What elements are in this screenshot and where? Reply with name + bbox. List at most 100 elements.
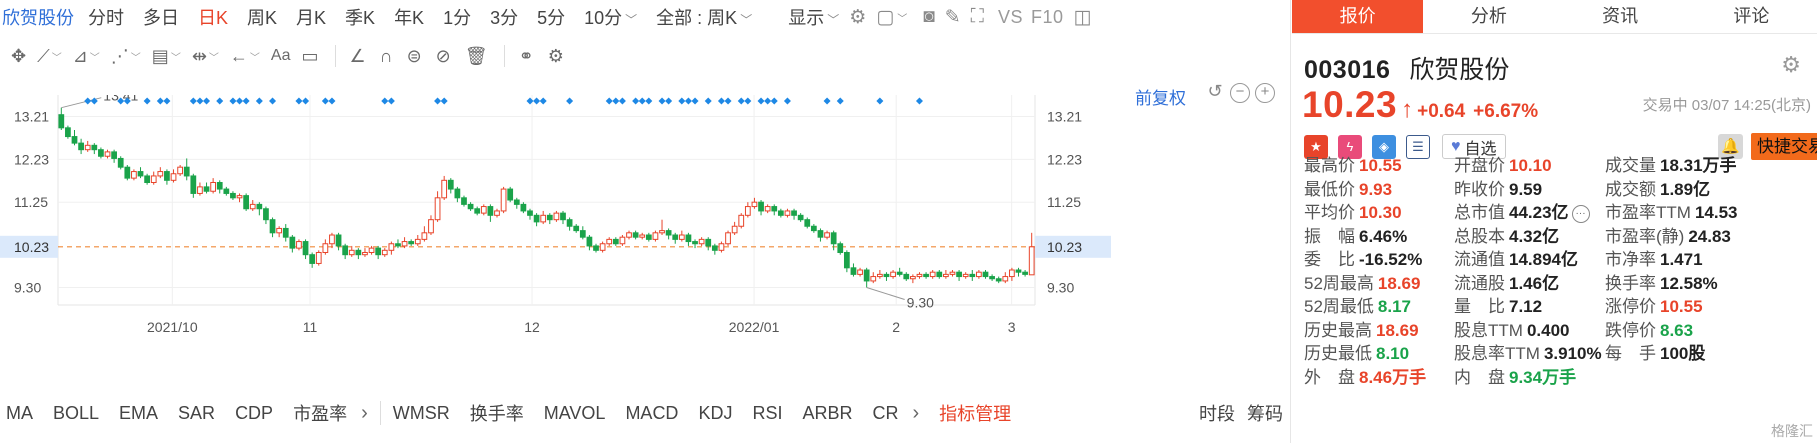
indicator-rsi[interactable]: RSI	[746, 403, 796, 424]
note-tool-icon[interactable]: ▭	[301, 46, 318, 67]
candle-up	[368, 247, 375, 253]
quote-value: 8.46万手	[1359, 367, 1427, 387]
quote-value: 12.58%	[1660, 273, 1718, 293]
range-select[interactable]: 全部 : 周K ﹀	[656, 4, 752, 30]
fib-tool-icon[interactable]: ▤ ﹀	[152, 46, 181, 67]
period-weekly-k[interactable]: 周K	[247, 4, 277, 30]
quote-value: 9.93	[1359, 179, 1393, 199]
range-tool-icon[interactable]: ⇹ ﹀	[192, 46, 219, 67]
x-tick-label: 2021/10	[147, 319, 198, 335]
draw-settings-icon[interactable]: ⚙	[548, 46, 564, 67]
candle-down	[355, 249, 362, 256]
channel-tool-icon[interactable]: ⊿ ﹀	[73, 46, 100, 67]
period-monthly-k[interactable]: 月K	[296, 4, 326, 30]
chevron-right-icon[interactable]: ›	[912, 402, 931, 425]
period-fenshi[interactable]: 分时	[88, 4, 124, 30]
period-1min[interactable]: 1分	[443, 4, 471, 30]
candle-down	[645, 234, 652, 240]
vs-button[interactable]: VS	[998, 7, 1023, 28]
more-icon[interactable]: ···	[1571, 204, 1590, 223]
y-tick-label-right: 12.23	[1047, 151, 1082, 167]
camera-icon[interactable]: ◙	[923, 6, 934, 28]
candle-up	[500, 188, 507, 212]
indicator-manager-button[interactable]: 指标管理	[931, 400, 1025, 426]
line-tool-icon[interactable]: ⟋ ﹀	[37, 46, 62, 67]
settings-icon[interactable]: ⚙	[849, 6, 866, 29]
period-daily-k[interactable]: 日K	[198, 4, 228, 30]
tab-quote[interactable]: 报价	[1292, 0, 1424, 33]
sidebar-toggle-icon[interactable]: ◫	[1073, 6, 1091, 29]
magnet-icon[interactable]: ∩	[380, 46, 393, 67]
f10-button[interactable]: F10	[1031, 7, 1064, 28]
indicator-kdj[interactable]: KDJ	[692, 403, 746, 424]
candle-down	[527, 210, 533, 216]
tab-analysis[interactable]: 分析	[1423, 0, 1554, 33]
indicator-arbr[interactable]: ARBR	[796, 403, 866, 424]
period-10min[interactable]: 10分 ﹀	[584, 4, 637, 30]
compare-icon[interactable]: ⚭	[519, 46, 534, 67]
candle-up	[744, 206, 751, 216]
candle-down	[111, 151, 117, 159]
event-marker	[203, 97, 211, 105]
indicator-mavol[interactable]: MAVOL	[538, 403, 620, 424]
panel-tabs: 报价 分析 资讯 评论	[1292, 0, 1817, 34]
chips-button[interactable]: 筹码	[1247, 400, 1283, 426]
measure-icon[interactable]: ∠	[350, 46, 366, 67]
indicator-sar[interactable]: SAR	[172, 403, 229, 424]
y-tick-label-right: 13.21	[1047, 108, 1082, 124]
candle-up	[441, 179, 448, 199]
wave-tool-icon[interactable]: ⋰ ﹀	[111, 46, 141, 67]
period-5min[interactable]: 5分	[537, 4, 565, 30]
candle-down	[560, 212, 566, 221]
quote-row: 外 盘 8.46万手	[1304, 366, 1426, 390]
indicator-pe[interactable]: 市盈率	[287, 400, 361, 426]
lock-icon[interactable]: ⊜	[407, 46, 422, 67]
tab-news[interactable]: 资讯	[1555, 0, 1686, 33]
indicator-turnover[interactable]: 换手率	[464, 400, 538, 426]
period-quarterly-k[interactable]: 季K	[345, 4, 375, 30]
fullscreen-icon[interactable]: ⛶	[971, 6, 984, 28]
quick-trade-button[interactable]: 快捷交易	[1751, 133, 1817, 160]
x-tick-label: 2	[892, 319, 900, 335]
indicator-ema[interactable]: EMA	[113, 403, 172, 424]
period-duori[interactable]: 多日	[143, 4, 179, 30]
candle-down	[461, 197, 467, 205]
candle-down	[804, 219, 811, 227]
pen-icon[interactable]: ✎	[945, 6, 961, 29]
quote-value: -16.52%	[1359, 250, 1423, 269]
quote-label: 最高价	[1304, 156, 1355, 175]
delete-icon[interactable]: 🗑	[465, 46, 488, 67]
indicator-wmsr[interactable]: WMSR	[387, 403, 464, 424]
display-select-label: 显示	[788, 8, 825, 28]
quote-value: 7.12	[1509, 297, 1543, 316]
indicator-boll[interactable]: BOLL	[47, 403, 113, 424]
visibility-icon[interactable]: ⊘	[436, 46, 451, 67]
chart-style-icon[interactable]: ▢ ﹀	[876, 6, 907, 29]
crosshair-icon[interactable]: ✥	[11, 46, 26, 67]
arrow-tool-icon[interactable]: ← ﹀	[230, 46, 260, 67]
indicator-cr[interactable]: CR	[866, 403, 912, 424]
candle-up	[784, 210, 791, 216]
period-3min[interactable]: 3分	[490, 4, 518, 30]
candle-down	[758, 201, 764, 212]
indicator-ma[interactable]: MA	[0, 403, 47, 424]
candle-down	[447, 179, 454, 190]
candle-down	[573, 225, 580, 232]
stock-name-label[interactable]: 欣贺股份	[0, 4, 74, 30]
candle-down	[969, 273, 976, 278]
tab-comments[interactable]: 评论	[1686, 0, 1817, 33]
candle-up	[1009, 269, 1015, 278]
quote-row: 每 手 100股	[1605, 342, 1737, 366]
price-row: 10.23 ↑ +0.64 +6.67%	[1302, 84, 1546, 126]
gear-icon[interactable]: ⚙	[1781, 52, 1801, 78]
indicator-cdp[interactable]: CDP	[229, 403, 287, 424]
text-tool-icon[interactable]: Aa	[271, 47, 291, 65]
chevron-right-icon[interactable]: ›	[361, 402, 380, 425]
period-yearly-k[interactable]: 年K	[394, 4, 424, 30]
quote-row: 市盈率(静) 24.83	[1605, 225, 1737, 249]
candle-down	[533, 214, 540, 223]
display-select[interactable]: 显示 ﹀	[788, 4, 839, 30]
session-button[interactable]: 时段	[1199, 400, 1235, 426]
candlestick-chart[interactable]: 13.21 13.21 12.23 12.23 11.25 11.25 10.23 10.23…	[0, 95, 1291, 395]
indicator-macd[interactable]: MACD	[619, 403, 692, 424]
